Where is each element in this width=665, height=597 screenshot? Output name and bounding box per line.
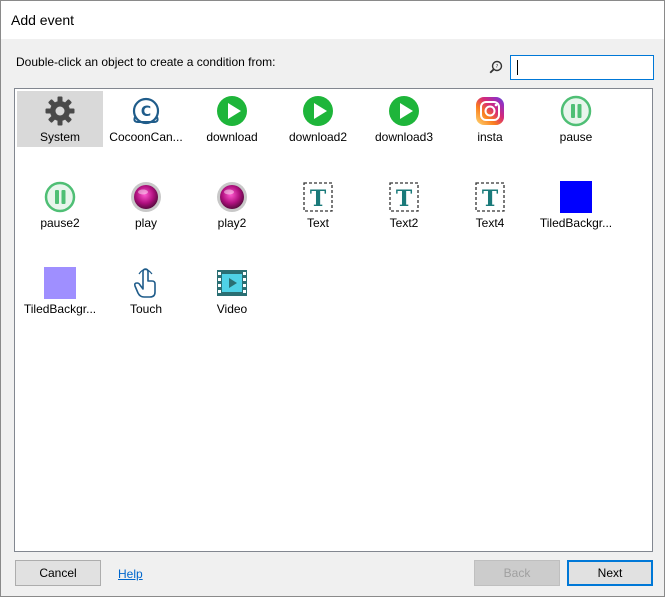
object-label: download2	[288, 130, 348, 144]
add-event-dialog: Add event Double-click an object to crea…	[0, 0, 665, 597]
object-item[interactable]: System	[17, 91, 103, 147]
object-item[interactable]: download3	[361, 91, 447, 147]
object-label: insta	[477, 130, 503, 144]
magenta-orb-icon	[216, 181, 248, 213]
object-label: Text2	[389, 216, 419, 230]
svg-text:T: T	[396, 186, 413, 212]
instagram-icon	[474, 95, 506, 127]
object-item[interactable]: download	[189, 91, 275, 147]
search-icon: ?	[489, 60, 503, 74]
object-label: Text	[306, 216, 329, 230]
object-label: download	[206, 130, 258, 144]
svg-text:C: C	[141, 104, 151, 120]
object-item[interactable]: play	[103, 177, 189, 233]
text-object-icon: T	[474, 181, 506, 213]
play-green-icon	[216, 95, 248, 127]
object-list[interactable]: System C CocoonCan... download download2…	[14, 88, 653, 552]
object-item[interactable]: Video	[189, 263, 275, 319]
pause-icon	[44, 181, 76, 213]
gear-icon	[44, 95, 76, 127]
object-label: TiledBackgr...	[23, 302, 97, 316]
object-label: play2	[217, 216, 247, 230]
text-object-icon: T	[302, 181, 334, 213]
touch-hand-icon	[130, 267, 162, 299]
help-link[interactable]: Help	[118, 567, 143, 581]
object-item[interactable]: pause2	[17, 177, 103, 233]
purple-square-icon	[44, 267, 76, 299]
object-label: pause2	[40, 216, 80, 230]
object-label: TiledBackgr...	[539, 216, 613, 230]
pause-icon	[560, 95, 592, 127]
object-label: download3	[374, 130, 434, 144]
play-green-icon	[302, 95, 334, 127]
cocoon-icon: C	[130, 95, 162, 127]
cancel-button[interactable]: Cancel	[15, 560, 101, 586]
search-input[interactable]	[510, 55, 654, 80]
object-item[interactable]: T Text2	[361, 177, 447, 233]
object-item[interactable]: TiledBackgr...	[533, 177, 619, 233]
object-item[interactable]: pause	[533, 91, 619, 147]
object-label: pause	[559, 130, 593, 144]
object-item[interactable]: T Text	[275, 177, 361, 233]
object-label: System	[39, 130, 80, 144]
object-item[interactable]: insta	[447, 91, 533, 147]
play-green-icon	[388, 95, 420, 127]
object-item[interactable]: Touch	[103, 263, 189, 319]
object-item[interactable]: T Text4	[447, 177, 533, 233]
object-item[interactable]: play2	[189, 177, 275, 233]
blue-square-icon	[560, 181, 592, 213]
text-object-icon: T	[388, 181, 420, 213]
object-item[interactable]: download2	[275, 91, 361, 147]
instruction-text: Double-click an object to create a condi…	[16, 55, 276, 69]
object-label: Text4	[475, 216, 505, 230]
svg-text:T: T	[310, 186, 327, 212]
object-label: Video	[216, 302, 248, 316]
svg-text:?: ?	[496, 64, 499, 70]
dialog-title: Add event	[11, 12, 75, 28]
object-label: play	[134, 216, 157, 230]
next-button[interactable]: Next	[567, 560, 653, 586]
magenta-orb-icon	[130, 181, 162, 213]
svg-text:T: T	[482, 186, 499, 212]
back-button[interactable]: Back	[474, 560, 560, 586]
object-label: Touch	[129, 302, 163, 316]
object-label: CocoonCan...	[109, 130, 183, 144]
text-caret	[517, 60, 518, 75]
object-item[interactable]: C CocoonCan...	[103, 91, 189, 147]
object-item[interactable]: TiledBackgr...	[17, 263, 103, 319]
title-bar: Add event	[1, 1, 664, 39]
video-icon	[216, 267, 248, 299]
